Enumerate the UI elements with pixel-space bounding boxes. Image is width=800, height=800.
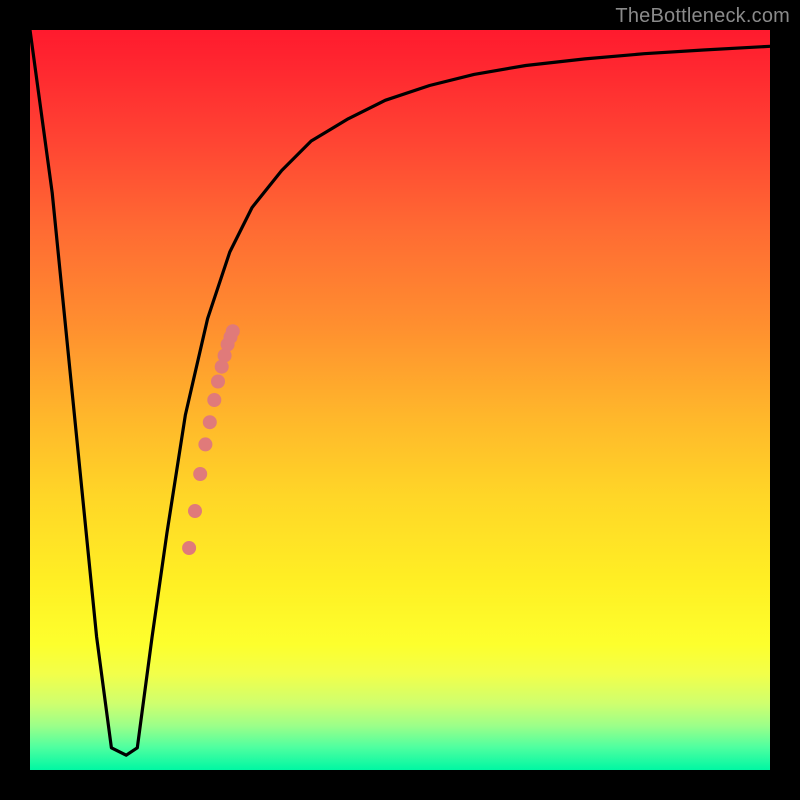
highlight-dot <box>211 375 225 389</box>
curve-layer <box>30 30 770 770</box>
highlight-markers <box>182 324 240 555</box>
highlight-dot <box>198 437 212 451</box>
highlight-dot <box>182 541 196 555</box>
highlight-dot <box>188 504 202 518</box>
bottleneck-curve <box>30 30 770 755</box>
highlight-dot <box>207 393 221 407</box>
plot-area <box>30 30 770 770</box>
highlight-dot <box>193 467 207 481</box>
attribution-text: TheBottleneck.com <box>615 5 790 28</box>
highlight-dot <box>203 415 217 429</box>
chart-frame: TheBottleneck.com <box>0 0 800 800</box>
highlight-dot <box>226 324 240 338</box>
